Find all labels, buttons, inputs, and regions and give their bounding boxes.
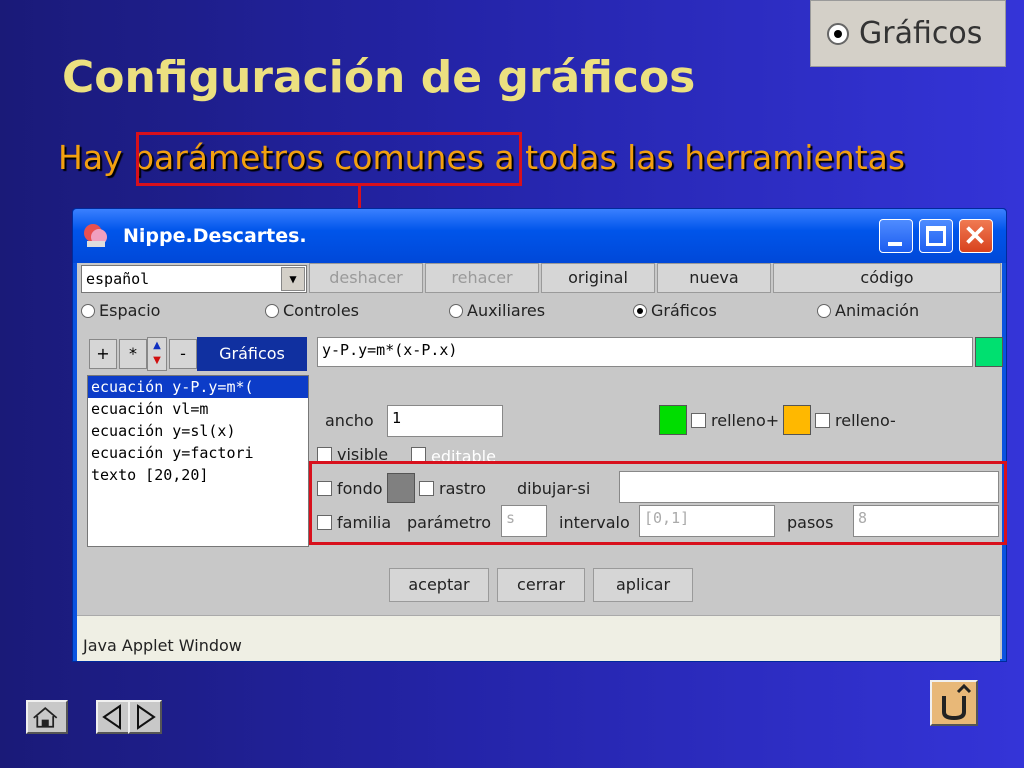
undo-button[interactable]: deshacer bbox=[309, 263, 423, 293]
relleno-plus-swatch[interactable] bbox=[659, 405, 687, 435]
return-button[interactable] bbox=[930, 680, 978, 726]
add-button[interactable]: + bbox=[89, 339, 117, 369]
minimize-button[interactable] bbox=[879, 219, 913, 253]
radio-selected-icon bbox=[827, 22, 849, 45]
close-icon bbox=[966, 226, 984, 244]
highlight-box-phrase bbox=[136, 132, 522, 186]
next-button[interactable] bbox=[128, 700, 162, 734]
graphics-list[interactable]: ecuación y-P.y=m*( ecuación vl=m ecuació… bbox=[87, 375, 309, 547]
title-bar[interactable]: Nippe.Descartes. bbox=[73, 209, 1006, 263]
prev-button[interactable] bbox=[96, 700, 130, 734]
arrow-right-icon bbox=[137, 704, 156, 730]
radio-selected-icon bbox=[633, 303, 647, 318]
apply-button[interactable]: aplicar bbox=[593, 568, 693, 602]
ancho-field[interactable]: 1 bbox=[387, 405, 503, 437]
highlight-box-common-params bbox=[309, 461, 1007, 545]
ancho-label: ancho bbox=[325, 411, 374, 430]
inset-label: Gráficos bbox=[859, 16, 983, 51]
relleno-plus-label: relleno+ bbox=[711, 411, 780, 430]
list-item[interactable]: texto [20,20] bbox=[88, 464, 308, 486]
applet-window: Nippe.Descartes. español ▼ deshacer reha… bbox=[72, 208, 1007, 662]
expression-color-swatch[interactable] bbox=[975, 337, 1003, 367]
tab-animacion[interactable]: Animación bbox=[817, 301, 919, 320]
move-stepper[interactable]: ▲ ▼ bbox=[147, 337, 167, 371]
chevron-down-icon[interactable]: ▼ bbox=[281, 267, 305, 291]
tab-espacio[interactable]: Espacio bbox=[81, 301, 160, 320]
relleno-plus-checkbox[interactable] bbox=[691, 413, 706, 428]
remove-button[interactable]: - bbox=[169, 339, 197, 369]
list-header-graficos: Gráficos bbox=[197, 337, 307, 371]
language-select[interactable]: español ▼ bbox=[81, 265, 307, 293]
new-button[interactable]: nueva bbox=[657, 263, 771, 293]
arrow-left-icon bbox=[102, 704, 121, 730]
status-bar: Java Applet Window bbox=[77, 615, 1000, 661]
expression-field[interactable]: y-P.y=m*(x-P.x) bbox=[317, 337, 973, 367]
redo-button[interactable]: rehacer bbox=[425, 263, 539, 293]
list-item[interactable]: ecuación y-P.y=m*( bbox=[88, 376, 308, 398]
accept-button[interactable]: aceptar bbox=[389, 568, 489, 602]
graficos-radio-inset: Gráficos bbox=[810, 0, 1006, 67]
tab-auxiliares[interactable]: Auxiliares bbox=[449, 301, 545, 320]
code-button[interactable]: código bbox=[773, 263, 1001, 293]
list-item[interactable]: ecuación vl=m bbox=[88, 398, 308, 420]
tab-controles[interactable]: Controles bbox=[265, 301, 359, 320]
radio-icon bbox=[817, 303, 831, 318]
tab-graficos[interactable]: Gráficos bbox=[633, 301, 717, 320]
relleno-minus-swatch[interactable] bbox=[783, 405, 811, 435]
radio-icon bbox=[449, 303, 463, 318]
editable-checkbox[interactable] bbox=[411, 447, 426, 462]
slide-title: Configuración de gráficos bbox=[62, 52, 696, 103]
radio-icon bbox=[265, 303, 279, 318]
relleno-minus-checkbox[interactable] bbox=[815, 413, 830, 428]
list-item[interactable]: ecuación y=sl(x) bbox=[88, 420, 308, 442]
window-title: Nippe.Descartes. bbox=[123, 225, 307, 247]
original-button[interactable]: original bbox=[541, 263, 655, 293]
home-button[interactable] bbox=[26, 700, 68, 734]
applet-icon bbox=[84, 224, 107, 247]
window-client: español ▼ deshacer rehacer original nuev… bbox=[77, 263, 1007, 661]
radio-icon bbox=[81, 303, 95, 318]
maximize-button[interactable] bbox=[919, 219, 953, 253]
visible-checkbox[interactable] bbox=[317, 447, 332, 462]
duplicate-button[interactable]: * bbox=[119, 339, 147, 369]
close-button[interactable] bbox=[959, 219, 993, 253]
home-icon bbox=[33, 707, 58, 728]
list-item[interactable]: ecuación y=factori bbox=[88, 442, 308, 464]
return-icon bbox=[942, 683, 972, 721]
relleno-minus-label: relleno- bbox=[835, 411, 896, 430]
close-dialog-button[interactable]: cerrar bbox=[497, 568, 585, 602]
